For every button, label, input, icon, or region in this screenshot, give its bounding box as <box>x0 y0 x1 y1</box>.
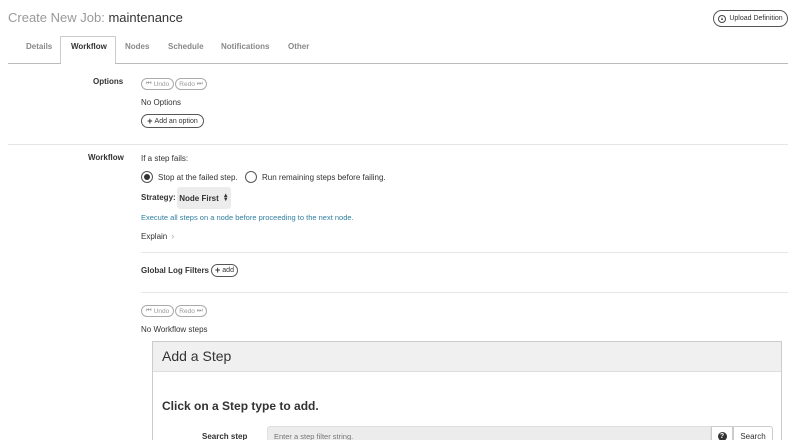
add-option-button[interactable]: + Add an option <box>141 114 204 128</box>
add-step-panel-header <box>153 342 781 372</box>
add-option-label: Add an option <box>154 117 198 125</box>
workflow-divider-2 <box>141 292 788 293</box>
upload-definition-button[interactable]: Upload Definition <box>713 10 788 27</box>
options-redo-button[interactable]: Redo ⏭ <box>175 78 207 90</box>
upload-icon <box>718 14 727 23</box>
add-step-subtitle: Click on a Step type to add. <box>162 399 319 413</box>
workflow-undo-button[interactable]: ⏮ Undo <box>141 305 174 317</box>
explain-label: Explain <box>141 231 168 241</box>
tab-bar-gap <box>61 63 115 64</box>
strategy-value: Node First <box>179 193 219 203</box>
page-title: Create New Job: maintenance <box>8 10 183 25</box>
undo-icon: ⏮ <box>145 80 152 87</box>
strategy-label: Strategy: <box>141 193 176 202</box>
add-filter-label: add <box>222 267 234 274</box>
no-options-text: No Options <box>141 98 182 107</box>
tab-details[interactable]: Details <box>26 42 52 51</box>
redo-label: Redo <box>179 307 195 315</box>
tab-workflow[interactable]: Workflow <box>71 42 107 51</box>
tab-nodes[interactable]: Nodes <box>125 42 149 51</box>
strategy-description: Execute all steps on a node before proce… <box>141 213 354 222</box>
tab-other[interactable]: Other <box>288 42 309 51</box>
search-step-input[interactable] <box>267 426 711 440</box>
add-step-title: Add a Step <box>162 348 232 364</box>
explain-toggle[interactable]: Explain › <box>141 231 174 241</box>
radio-stop-label[interactable]: Stop at the failed step. <box>158 173 238 182</box>
tab-notifications[interactable]: Notifications <box>221 42 269 51</box>
tab-schedule[interactable]: Schedule <box>168 42 204 51</box>
radio-selected-dot <box>144 174 150 180</box>
plus-icon: + <box>147 115 153 126</box>
options-undo-button[interactable]: ⏮ Undo <box>141 78 174 90</box>
redo-icon: ⏭ <box>196 307 203 314</box>
question-icon: ? <box>717 431 727 440</box>
undo-label: Undo <box>153 307 170 315</box>
tab-bar-divider <box>8 63 788 64</box>
title-prefix: Create New Job: <box>8 10 105 25</box>
workflow-redo-button[interactable]: Redo ⏭ <box>175 305 207 317</box>
radio-run-remaining[interactable] <box>245 171 257 183</box>
search-button[interactable]: Search <box>733 426 773 440</box>
if-step-fails-text: If a step fails: <box>141 154 189 163</box>
search-help-button[interactable]: ? <box>711 426 733 440</box>
redo-label: Redo <box>179 80 195 88</box>
global-log-filters-label: Global Log Filters <box>141 266 210 275</box>
undo-label: Undo <box>153 80 170 88</box>
add-log-filter-button[interactable]: + add <box>211 264 238 277</box>
chevron-right-icon: › <box>171 231 175 241</box>
search-step-label: Search step <box>202 432 248 440</box>
strategy-select[interactable]: Node First ▲ ▼ <box>177 187 231 209</box>
radio-stop-at-failed[interactable] <box>141 171 153 183</box>
select-caret-icon: ▲ ▼ <box>222 192 229 203</box>
workflow-divider-1 <box>141 252 788 253</box>
undo-icon: ⏮ <box>145 307 152 314</box>
upload-definition-label: Upload Definition <box>729 15 783 22</box>
redo-icon: ⏭ <box>196 80 203 87</box>
workflow-section-label: Workflow <box>88 153 124 162</box>
options-divider <box>8 144 788 145</box>
radio-run-label[interactable]: Run remaining steps before failing. <box>262 173 386 182</box>
options-section-label: Options <box>93 77 124 86</box>
job-name: maintenance <box>108 10 183 25</box>
plus-icon: + <box>215 265 221 275</box>
no-workflow-steps-text: No Workflow steps <box>141 325 208 334</box>
